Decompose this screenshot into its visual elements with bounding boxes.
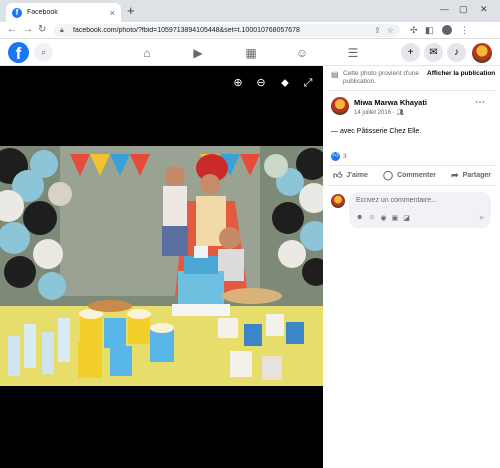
zoom-in-icon[interactable]: ⊕ xyxy=(231,76,245,90)
zoom-out-icon[interactable]: ⊖ xyxy=(254,76,268,90)
share-arrow-icon: ➦ xyxy=(451,170,459,180)
like-reaction-icon: 👍︎ xyxy=(331,152,340,161)
divider xyxy=(329,90,495,91)
comment-button[interactable]: ◯ Commenter xyxy=(379,170,440,181)
reload-icon[interactable]: ↻ xyxy=(38,24,46,36)
kebab-icon[interactable]: ⋮ xyxy=(460,25,469,35)
post-caption: — avec Pâtisserie Chez Elle. xyxy=(331,128,422,135)
share-label: Partager xyxy=(462,172,491,179)
fullscreen-icon[interactable]: ⤢ xyxy=(301,76,315,90)
more-options-icon[interactable]: ⋯ xyxy=(475,98,485,108)
back-icon[interactable]: ← xyxy=(7,24,17,36)
thumbs-up-icon: 👍︎ xyxy=(333,170,343,180)
browser-tab[interactable]: f Facebook × xyxy=(6,3,121,22)
star-icon[interactable]: ☆ xyxy=(387,26,394,35)
divider xyxy=(329,165,495,166)
like-label: J'aime xyxy=(346,172,368,179)
messenger-icon[interactable]: ✉ xyxy=(424,43,443,62)
browser-toolbar: ← → ↻ 🔒︎ facebook.com/photo/?fbid=105971… xyxy=(0,22,500,39)
post-date[interactable]: 14 juillet 2016 · 👥︎ xyxy=(354,109,404,116)
maximize-button[interactable]: ▢ xyxy=(459,4,468,15)
new-tab-button[interactable]: + xyxy=(127,4,135,18)
post-info-icon: ▤ xyxy=(331,70,339,79)
friends-audience-icon: 👥︎ xyxy=(396,110,404,116)
post-sidebar: ▤ Cette photo provient d'une publication… xyxy=(323,66,500,468)
post-date-text: 14 juillet 2016 · xyxy=(354,110,397,116)
home-icon[interactable]: ⌂ xyxy=(139,45,155,61)
camera-icon[interactable]: ◉ xyxy=(381,214,387,222)
tab-title: Facebook xyxy=(27,9,58,16)
emoji-icon[interactable]: ☺ xyxy=(368,214,375,222)
reaction-count: 3 xyxy=(343,153,347,160)
tag-icon[interactable]: ⬥ xyxy=(278,76,292,90)
comment-tools: ☻ ☺ ◉ ▣ ◪ xyxy=(356,214,415,222)
comment-icon: ◯ xyxy=(382,170,394,180)
photo-viewer: ⊕ ⊖ ⬥ ⤢ xyxy=(0,66,323,468)
facebook-header: f ⌕ ⌂ ▶ ▦ ☺ ☰ + ✉ ♪ xyxy=(0,40,500,66)
view-post-link[interactable]: Afficher la publication xyxy=(427,70,495,86)
groups-icon[interactable]: ☺ xyxy=(294,45,310,61)
gif-icon[interactable]: ▣ xyxy=(392,214,399,222)
plus-icon[interactable]: + xyxy=(401,43,420,62)
tab-close-icon[interactable]: × xyxy=(110,8,115,18)
account-avatar[interactable] xyxy=(472,43,492,63)
lock-icon[interactable]: 🔒︎ xyxy=(60,27,67,34)
bell-icon[interactable]: ♪ xyxy=(447,43,466,62)
comment-box: ☻ ☺ ◉ ▣ ◪ ➤ xyxy=(349,192,491,228)
divider xyxy=(329,185,495,186)
minimize-button[interactable]: — xyxy=(440,4,449,14)
browser-tab-strip: f Facebook × + — ▢ ✕ xyxy=(0,0,500,22)
post-actions: 👍︎ J'aime ◯ Commenter ➦ Partager xyxy=(329,170,495,181)
party-photo[interactable] xyxy=(0,146,323,386)
marketplace-icon[interactable]: ▦ xyxy=(243,45,259,61)
share-button[interactable]: ➦ Partager xyxy=(447,170,495,181)
comment-input[interactable] xyxy=(356,197,484,204)
sticker-icon[interactable]: ◪ xyxy=(403,214,410,222)
like-button[interactable]: 👍︎ J'aime xyxy=(329,170,372,181)
commenter-avatar[interactable] xyxy=(331,194,345,208)
comment-label: Commenter xyxy=(397,172,436,179)
forward-icon[interactable]: → xyxy=(23,24,33,36)
close-window-button[interactable]: ✕ xyxy=(480,4,488,15)
share-icon[interactable]: ⇪ xyxy=(374,26,381,35)
reaction-summary[interactable]: 👍︎ 3 xyxy=(331,152,347,161)
address-bar[interactable]: 🔒︎ facebook.com/photo/?fbid=105971389410… xyxy=(54,24,400,37)
send-icon[interactable]: ➤ xyxy=(478,213,485,222)
extensions-icon[interactable]: ✣ xyxy=(410,25,418,35)
avatar-sticker-icon[interactable]: ☻ xyxy=(356,214,363,222)
facebook-favicon-icon: f xyxy=(12,7,22,18)
sidepanel-icon[interactable]: ◧ xyxy=(425,25,434,35)
video-icon[interactable]: ▶ xyxy=(190,45,206,61)
facebook-logo[interactable]: f xyxy=(8,42,29,63)
post-notice: ▤ Cette photo provient d'une publication… xyxy=(331,70,497,86)
search-icon[interactable]: ⌕ xyxy=(34,43,53,62)
notice-text: Cette photo provient d'une publication. xyxy=(343,70,420,85)
menu-icon[interactable]: ☰ xyxy=(345,45,361,61)
profile-icon[interactable] xyxy=(442,25,452,35)
author-name[interactable]: Miwa Marwa Khayati xyxy=(354,98,427,107)
author-avatar[interactable] xyxy=(331,97,349,115)
url-text[interactable]: facebook.com/photo/?fbid=105971389410544… xyxy=(73,27,368,34)
